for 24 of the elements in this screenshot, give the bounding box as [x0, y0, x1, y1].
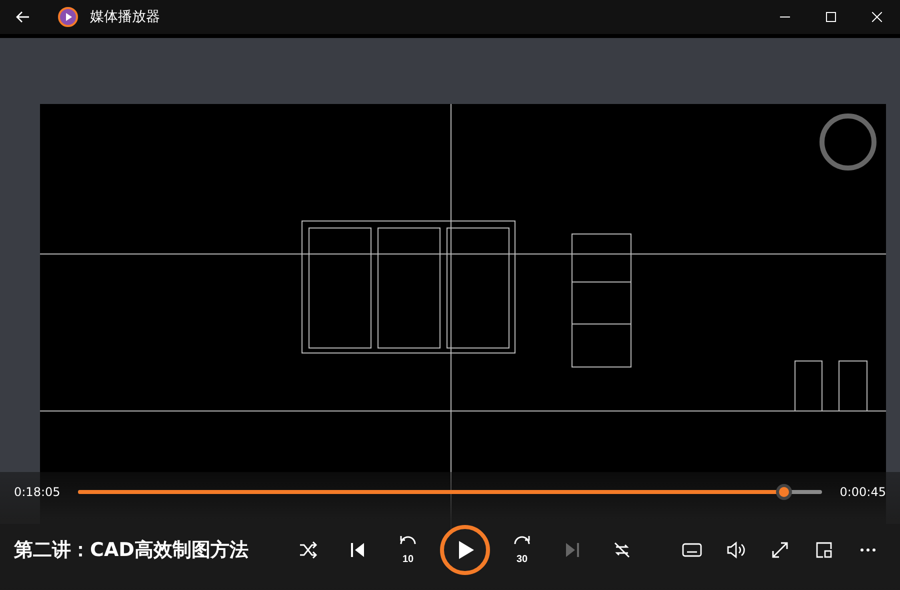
shuffle-icon	[298, 540, 318, 560]
minimize-icon	[780, 16, 790, 18]
repeat-off-icon	[612, 540, 632, 560]
app-logo-icon	[58, 7, 78, 27]
previous-icon	[349, 541, 367, 559]
seek-handle[interactable]	[776, 484, 792, 500]
close-icon	[872, 12, 882, 22]
window-title: 媒体播放器	[90, 8, 160, 26]
maximize-icon	[826, 12, 836, 22]
media-title: 第二讲：CAD高效制图方法	[14, 538, 250, 563]
forward-arrow-icon	[513, 535, 531, 545]
back-arrow-icon	[15, 9, 31, 25]
skip-back-button[interactable]: 10	[390, 532, 426, 568]
rewind-arrow-icon	[399, 535, 417, 545]
captions-icon	[682, 542, 702, 558]
elapsed-time: 0:18:05	[14, 485, 62, 499]
mini-player-icon	[815, 541, 833, 559]
expand-icon	[771, 541, 789, 559]
skip-forward-button[interactable]: 30	[504, 532, 540, 568]
play-button[interactable]	[440, 525, 490, 575]
speaker-icon	[726, 541, 746, 559]
remaining-time: 0:00:45	[838, 485, 886, 499]
next-icon	[563, 541, 581, 559]
more-icon	[860, 548, 876, 552]
